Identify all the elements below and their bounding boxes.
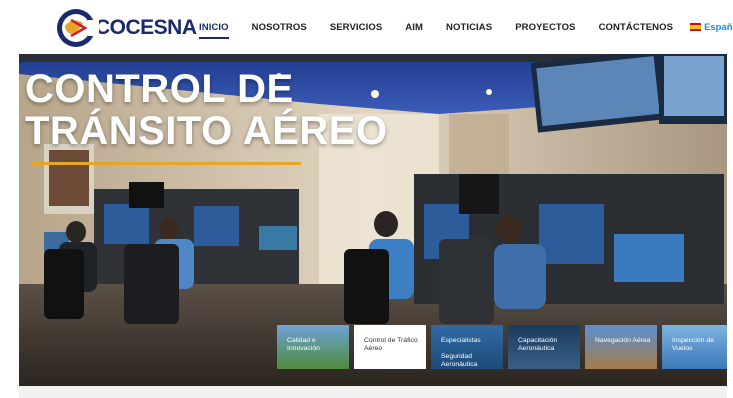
nav-servicios[interactable]: SERVICIOS (330, 22, 382, 33)
logo-text: COCESNA (95, 16, 197, 39)
nav-inicio[interactable]: INICIO (199, 22, 229, 39)
thumb-capacitacion[interactable]: Capacitación Aeronáutica (508, 325, 580, 369)
hero-title-line2: TRÁNSITO AÉREO (25, 109, 388, 153)
thumb-label: Especialistas (441, 337, 481, 344)
site-header: COCESNA INICIO NOSOTROS SERVICIOS AIM NO… (0, 0, 733, 54)
hero-title-underline (31, 162, 301, 165)
language-selector[interactable]: Español (690, 22, 733, 33)
thumb-especialistas[interactable]: Especialistas Seguridad Aeronáutica (431, 325, 503, 369)
slider-thumbnails: Calidad e Innovación Control de Tráfico … (277, 325, 727, 369)
thumb-control-trafico[interactable]: Control de Tráfico Aéreo › (354, 325, 426, 369)
hero-title: CONTROL DE TRÁNSITO AÉREO (25, 68, 388, 152)
main-nav: INICIO NOSOTROS SERVICIOS AIM NOTICIAS P… (199, 0, 733, 54)
thumb-label: Inspección de Vuelos (672, 337, 714, 352)
nav-nosotros[interactable]: NOSOTROS (252, 22, 307, 33)
hero-slider: CONTROL DE TRÁNSITO AÉREO Calidad e Inno… (19, 54, 727, 386)
chevron-right-icon: › (414, 335, 418, 346)
thumb-label: Navegación Aérea (595, 337, 651, 344)
nav-proyectos[interactable]: PROYECTOS (515, 22, 575, 33)
cocesna-logo[interactable]: COCESNA (55, 6, 197, 50)
thumb-navegacion[interactable]: Navegación Aérea (585, 325, 657, 369)
thumb-label: Calidad e Innovación (287, 337, 320, 352)
thumb-label-secondary: Seguridad Aeronáutica (441, 353, 478, 368)
thumb-label: Control de Tráfico Aéreo (364, 337, 418, 352)
nav-aim[interactable]: AIM (405, 22, 423, 33)
nav-contactenos[interactable]: CONTÁCTENOS (599, 22, 673, 33)
hero-title-line1: CONTROL DE (25, 67, 294, 111)
thumb-calidad-innovacion[interactable]: Calidad e Innovación (277, 325, 349, 369)
hero-bottom-strip (19, 386, 727, 398)
spain-flag-icon (690, 23, 702, 31)
thumb-inspeccion[interactable]: Inspección de Vuelos (662, 325, 727, 369)
thumb-label: Capacitación Aeronáutica (518, 337, 558, 352)
language-label: Español (704, 21, 733, 33)
globe-emblem-icon (55, 6, 99, 50)
nav-noticias[interactable]: NOTICIAS (446, 22, 492, 33)
